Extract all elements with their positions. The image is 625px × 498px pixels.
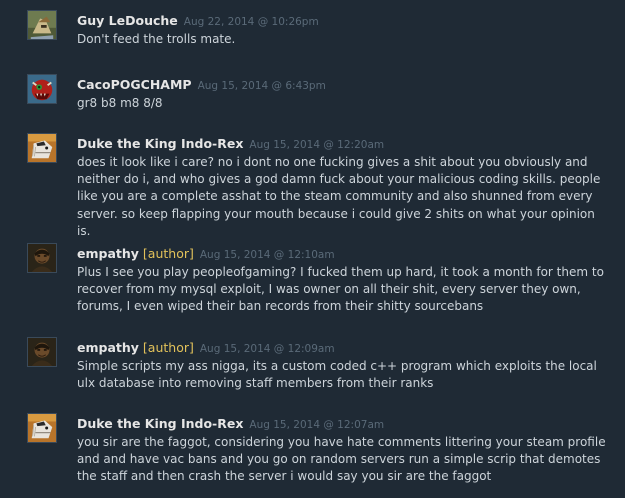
author-name[interactable]: empathy <box>77 246 139 261</box>
comment-header: empathy [author] Aug 15, 2014 @ 12:10am <box>77 243 335 263</box>
comment-text: Simple scripts my ass nigga, its a custo… <box>77 359 597 391</box>
comment-header: Guy LeDouche Aug 22, 2014 @ 10:26pm <box>77 10 319 30</box>
comment-text: does it look like i care? no i dont no o… <box>77 155 601 238</box>
soldier-avatar-icon[interactable] <box>27 10 57 40</box>
author-name[interactable]: CacoPOGCHAMP <box>77 77 192 92</box>
author-name[interactable]: Duke the King Indo-Rex <box>77 416 243 431</box>
dinosaur-avatar-icon[interactable] <box>27 413 57 443</box>
red-demon-avatar-icon[interactable] <box>27 74 57 104</box>
dark-figure-avatar-icon[interactable] <box>27 243 57 273</box>
comment-text: Plus I see you play peopleofgaming? I fu… <box>77 265 604 314</box>
author-name[interactable]: Guy LeDouche <box>77 13 178 28</box>
comment-thread: Guy LeDouche Aug 22, 2014 @ 10:26pm Don't… <box>0 0 625 498</box>
timestamp: Aug 15, 2014 @ 6:43pm <box>197 80 326 92</box>
comment-header: empathy [author] Aug 15, 2014 @ 12:09am <box>77 337 335 357</box>
timestamp: Aug 15, 2014 @ 12:10am <box>199 249 335 261</box>
dark-figure-avatar-icon[interactable] <box>27 337 57 367</box>
comment-header: Duke the King Indo-Rex Aug 15, 2014 @ 12:… <box>77 413 384 433</box>
author-name[interactable]: Duke the King Indo-Rex <box>77 136 243 151</box>
comment-text: you sir are the faggot, considering you … <box>77 435 606 484</box>
comment-header: CacoPOGCHAMP Aug 15, 2014 @ 6:43pm <box>77 74 326 94</box>
author-tag: [author] <box>142 246 194 261</box>
author-name[interactable]: empathy <box>77 340 139 355</box>
comment-text: gr8 b8 m8 8/8 <box>77 96 163 110</box>
timestamp: Aug 15, 2014 @ 12:20am <box>249 139 385 151</box>
timestamp: Aug 22, 2014 @ 10:26pm <box>183 16 319 28</box>
comment-text: Don't feed the trolls mate. <box>77 32 236 46</box>
author-tag: [author] <box>142 340 194 355</box>
timestamp: Aug 15, 2014 @ 12:09am <box>199 343 335 355</box>
timestamp: Aug 15, 2014 @ 12:07am <box>249 419 385 431</box>
comment-header: Duke the King Indo-Rex Aug 15, 2014 @ 12:… <box>77 133 384 153</box>
dinosaur-avatar-icon[interactable] <box>27 133 57 163</box>
